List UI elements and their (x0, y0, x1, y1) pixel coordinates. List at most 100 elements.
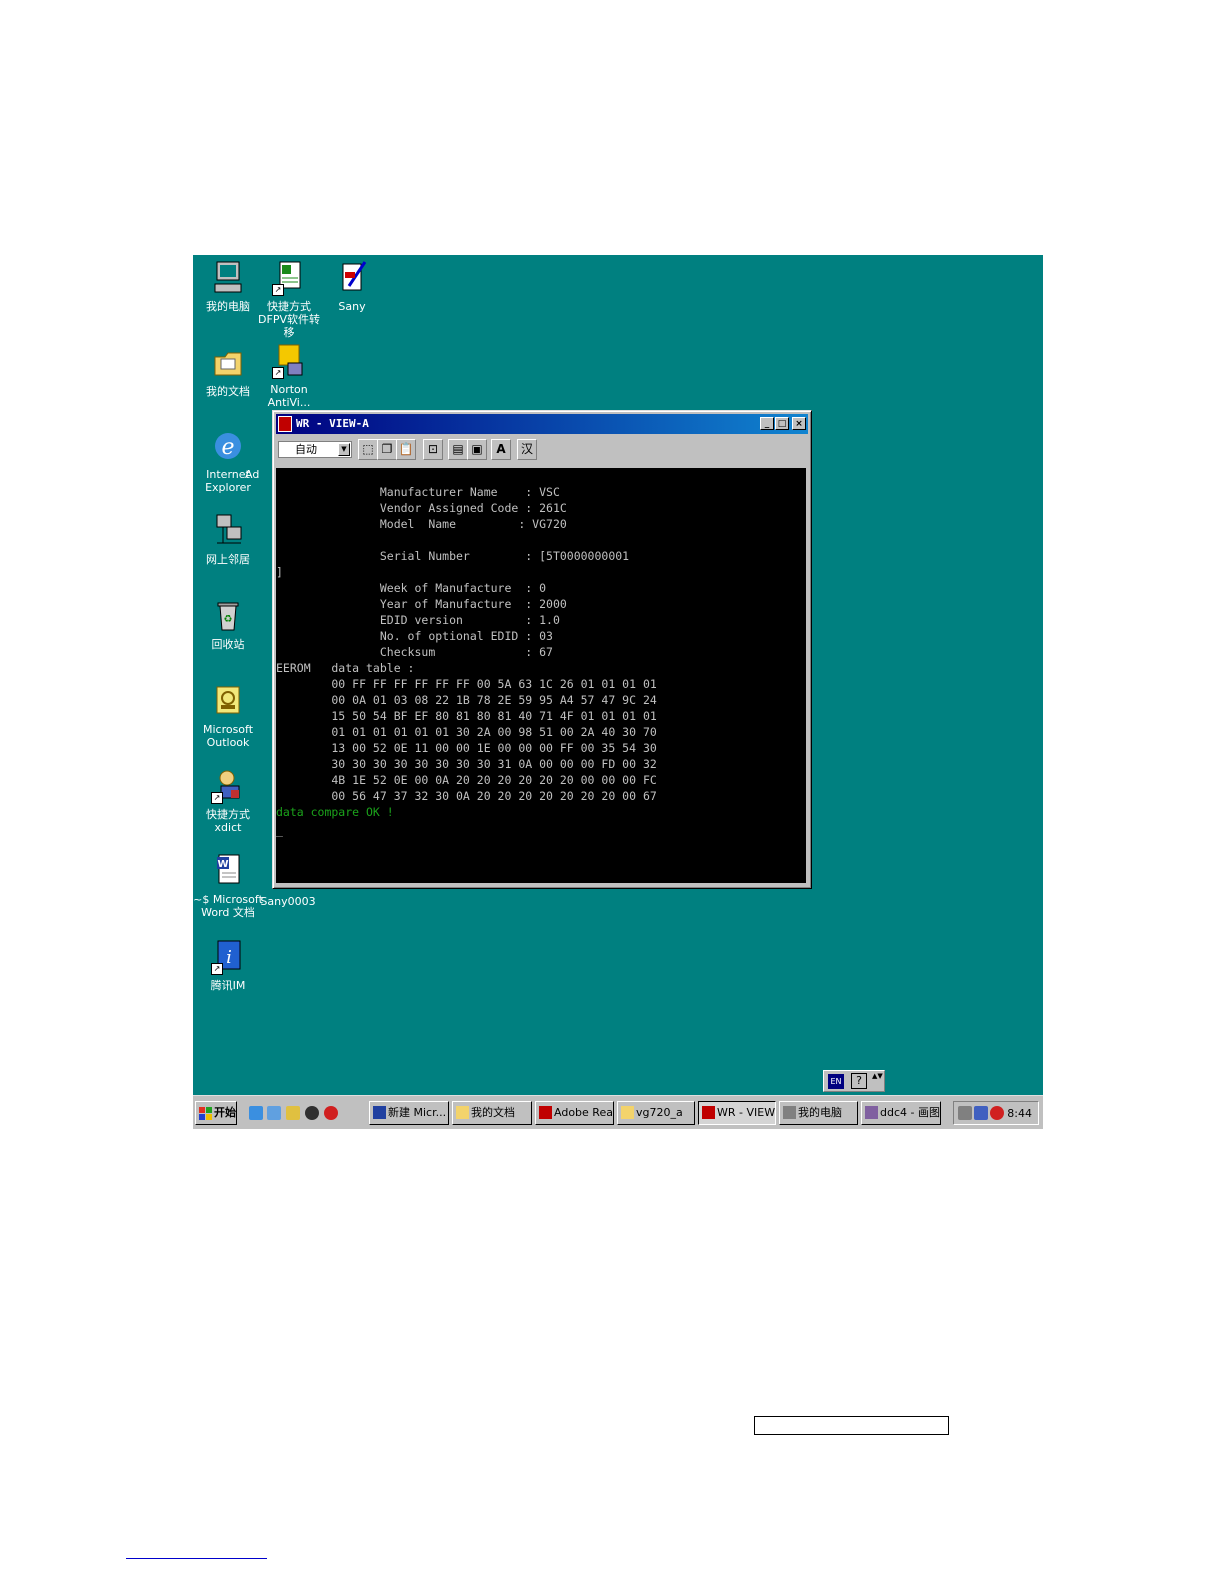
console-line: 4B 1E 52 0E 00 0A 20 20 20 20 20 20 00 0… (276, 773, 657, 787)
svg-text:♻: ♻ (224, 614, 233, 625)
taskbar-task-button[interactable]: 新建 Micr... (369, 1101, 449, 1125)
window-titlebar[interactable]: WR - VIEW-A _ □ × (276, 414, 808, 434)
desktop-icon-label: Ad (245, 468, 260, 481)
volume-icon[interactable] (958, 1106, 972, 1120)
desktop-icon-my-computer[interactable]: 我的电脑 (193, 260, 263, 313)
tencent-im-icon: i ↗ (211, 939, 245, 975)
font-button[interactable]: A (491, 439, 511, 460)
desktop-icon-label: 我的电脑 (206, 300, 250, 313)
console-line: Serial Number : [5T0000000001 (276, 549, 630, 563)
start-button[interactable]: 开始 (195, 1101, 237, 1125)
desktop-icon-label: 我的文档 (206, 385, 250, 398)
desktop-icon-label: Norton AntiVi... (267, 383, 311, 409)
minimize-button[interactable]: _ (760, 417, 774, 430)
ime-toolbar[interactable]: EN ? ▲▼ (823, 1070, 885, 1092)
task-app-icon (865, 1106, 878, 1119)
background-icon[interactable]: ▣ (467, 439, 487, 460)
fullscreen-icon[interactable]: ⊡ (423, 439, 443, 460)
desktop-icon-norton[interactable]: ↗ Norton AntiVi... (254, 343, 324, 409)
console-line: Checksum : 67 (276, 645, 553, 659)
task-label: ddc4 - 画图 (880, 1106, 940, 1119)
copy-icon[interactable]: ❐ (377, 439, 397, 460)
window-title: WR - VIEW-A (296, 417, 369, 430)
show-desktop-quicklaunch-icon[interactable] (286, 1106, 300, 1120)
antivirus-tray-icon[interactable] (990, 1106, 1004, 1120)
desktop-icon-xdict[interactable]: ↗ 快捷方式 xdict (193, 768, 263, 834)
window-toolbar: 自动 ▼ ⬚ ❐ 📋 ⊡ ▤ ▣ A 汉 (276, 437, 808, 465)
console-line: No. of optional EDID : 03 (276, 629, 553, 643)
desktop-icon-truncated[interactable]: Ad (245, 468, 275, 481)
properties-icon[interactable]: ▤ (448, 439, 468, 460)
font-size-combo[interactable]: 自动 ▼ (278, 441, 352, 458)
norton-icon: ↗ (272, 343, 306, 379)
desktop-icon-network-neighborhood[interactable]: 网上邻居 (193, 513, 263, 566)
console-line: Year of Manufacture : 2000 (276, 597, 567, 611)
maximize-button[interactable]: □ (775, 417, 789, 430)
console-line: Model Name : VG720 (276, 517, 567, 531)
console-line: EDID version : 1.0 (276, 613, 560, 627)
desktop-icon-word-doc[interactable]: W ~$ Microsoft Word 文档 (193, 853, 265, 919)
desktop-icon-my-documents[interactable]: 我的文档 (193, 345, 263, 398)
word-doc-icon: W (211, 853, 245, 889)
qq-quicklaunch-icon[interactable] (305, 1106, 319, 1120)
task-label: 我的电脑 (798, 1106, 842, 1119)
task-label: 我的文档 (471, 1106, 515, 1119)
taskbar-task-button[interactable]: 我的文档 (452, 1101, 532, 1125)
desktop-icon-label: Microsoft Outlook (202, 723, 254, 749)
desktop-icon-dfpv-shortcut[interactable]: ↗ 快捷方式 DFPV软件转移 (254, 260, 324, 339)
desktop-icon-label: 快捷方式 DFPV软件转移 (258, 300, 320, 339)
desktop-icon-recycle-bin[interactable]: ♻ 回收站 (193, 598, 263, 651)
chinese-input-button[interactable]: 汉 (517, 439, 537, 460)
taskbar-task-button[interactable]: 我的电脑 (779, 1101, 858, 1125)
console-output[interactable]: Manufacturer Name : VSC Vendor Assigned … (276, 468, 806, 883)
desktop-icon-label: Sany (338, 300, 366, 313)
task-app-icon (621, 1106, 634, 1119)
console-cursor: _ (276, 823, 283, 837)
media-quicklaunch-icon[interactable] (324, 1106, 338, 1120)
ime-mode-badge[interactable]: EN (828, 1074, 844, 1089)
network-icon (211, 513, 245, 549)
taskbar-task-button[interactable]: Adobe Rea... (535, 1101, 614, 1125)
ime-spin-icon[interactable]: ▲▼ (872, 1072, 883, 1090)
chevron-down-icon[interactable]: ▼ (338, 443, 350, 456)
desktop-icon-tencent-im[interactable]: i ↗ 腾讯IM (193, 939, 263, 992)
taskbar-task-button[interactable]: WR - VIEW-A (698, 1101, 776, 1125)
desktop-icon-sany[interactable]: Sany (317, 260, 387, 313)
close-button[interactable]: × (792, 417, 806, 430)
console-line: Week of Manufacture : 0 (276, 581, 547, 595)
outlook-express-quicklaunch-icon[interactable] (267, 1106, 281, 1120)
taskbar-task-button[interactable]: vg720_a (617, 1101, 695, 1125)
console-line: 00 FF FF FF FF FF FF 00 5A 63 1C 26 01 0… (276, 677, 657, 691)
console-line: Vendor Assigned Code : 261C (276, 501, 567, 515)
taskbar-task-button[interactable]: ddc4 - 画图 (861, 1101, 941, 1125)
console-line: ] (276, 565, 283, 579)
desktop-icon-sany0003[interactable]: Sany0003 (253, 895, 323, 908)
desktop-icon-label: Sany0003 (260, 895, 316, 908)
task-label: WR - VIEW-A (717, 1106, 775, 1119)
taskbar-clock[interactable]: 8:44 (1007, 1107, 1032, 1120)
desktop-icon-internet-explorer[interactable]: e Internet Explorer (193, 428, 263, 494)
desktop-icon-label: 腾讯IM (210, 979, 246, 992)
paste-icon[interactable]: 📋 (396, 439, 416, 460)
task-app-icon (702, 1106, 715, 1119)
console-line: 00 56 47 37 32 30 0A 20 20 20 20 20 20 2… (276, 789, 657, 803)
console-line: Manufacturer Name : VSC (276, 485, 560, 499)
window-app-icon (278, 416, 292, 432)
help-icon[interactable]: ? (851, 1073, 867, 1089)
outlook-icon (211, 683, 245, 719)
task-app-icon (783, 1106, 796, 1119)
console-window[interactable]: WR - VIEW-A _ □ × 自动 ▼ ⬚ ❐ 📋 ⊡ ▤ ▣ A 汉 M… (272, 410, 812, 889)
ie-quicklaunch-icon[interactable] (249, 1106, 263, 1120)
console-line: EEROM data table : (276, 661, 415, 675)
font-size-combo-value: 自动 (295, 443, 317, 456)
svg-text:e: e (221, 435, 234, 460)
system-tray: 8:44 (953, 1101, 1039, 1125)
task-label: Adobe Rea... (554, 1106, 613, 1119)
desktop-icon-label: 快捷方式 xdict (206, 808, 250, 834)
network-tray-icon[interactable] (974, 1106, 988, 1120)
desktop-icon-label: 网上邻居 (206, 553, 250, 566)
task-label: 新建 Micr... (388, 1106, 447, 1119)
console-line: 30 30 30 30 30 30 30 30 31 0A 00 00 00 F… (276, 757, 657, 771)
desktop-icon-outlook[interactable]: Microsoft Outlook (193, 683, 263, 749)
mark-icon[interactable]: ⬚ (358, 439, 378, 460)
